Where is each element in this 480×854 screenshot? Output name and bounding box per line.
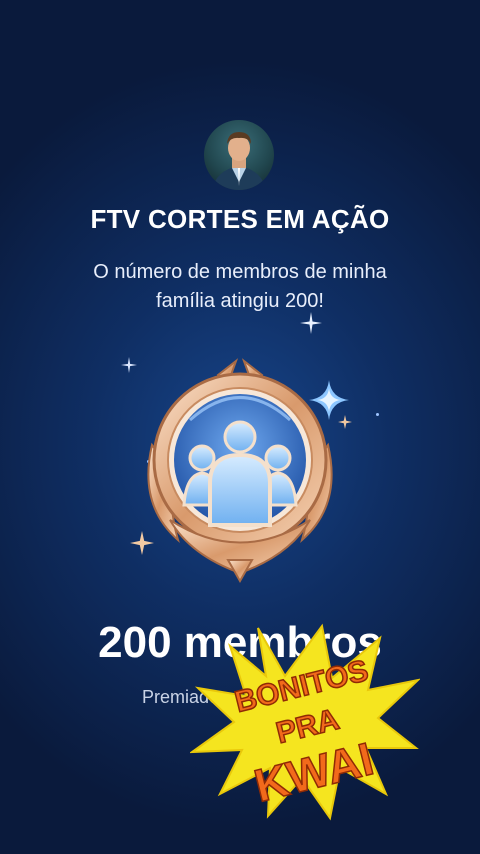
bonitos-pra-kwai-sticker: BONITOS PRA KWAI: [190, 623, 420, 821]
sparkle-dot: [376, 413, 379, 416]
message-line-1: O número de membros de minha: [93, 261, 387, 283]
membership-badge-icon: [147, 358, 333, 584]
sparkle-icon: [300, 312, 322, 334]
avatar[interactable]: [204, 120, 274, 190]
avatar-person-icon: [212, 132, 266, 190]
milestone-message: O número de membros de minha família ati…: [40, 258, 440, 316]
message-line-2: família atingiu 200!: [156, 290, 324, 312]
family-name-title: FTV CORTES EM AÇÃO: [90, 204, 390, 234]
